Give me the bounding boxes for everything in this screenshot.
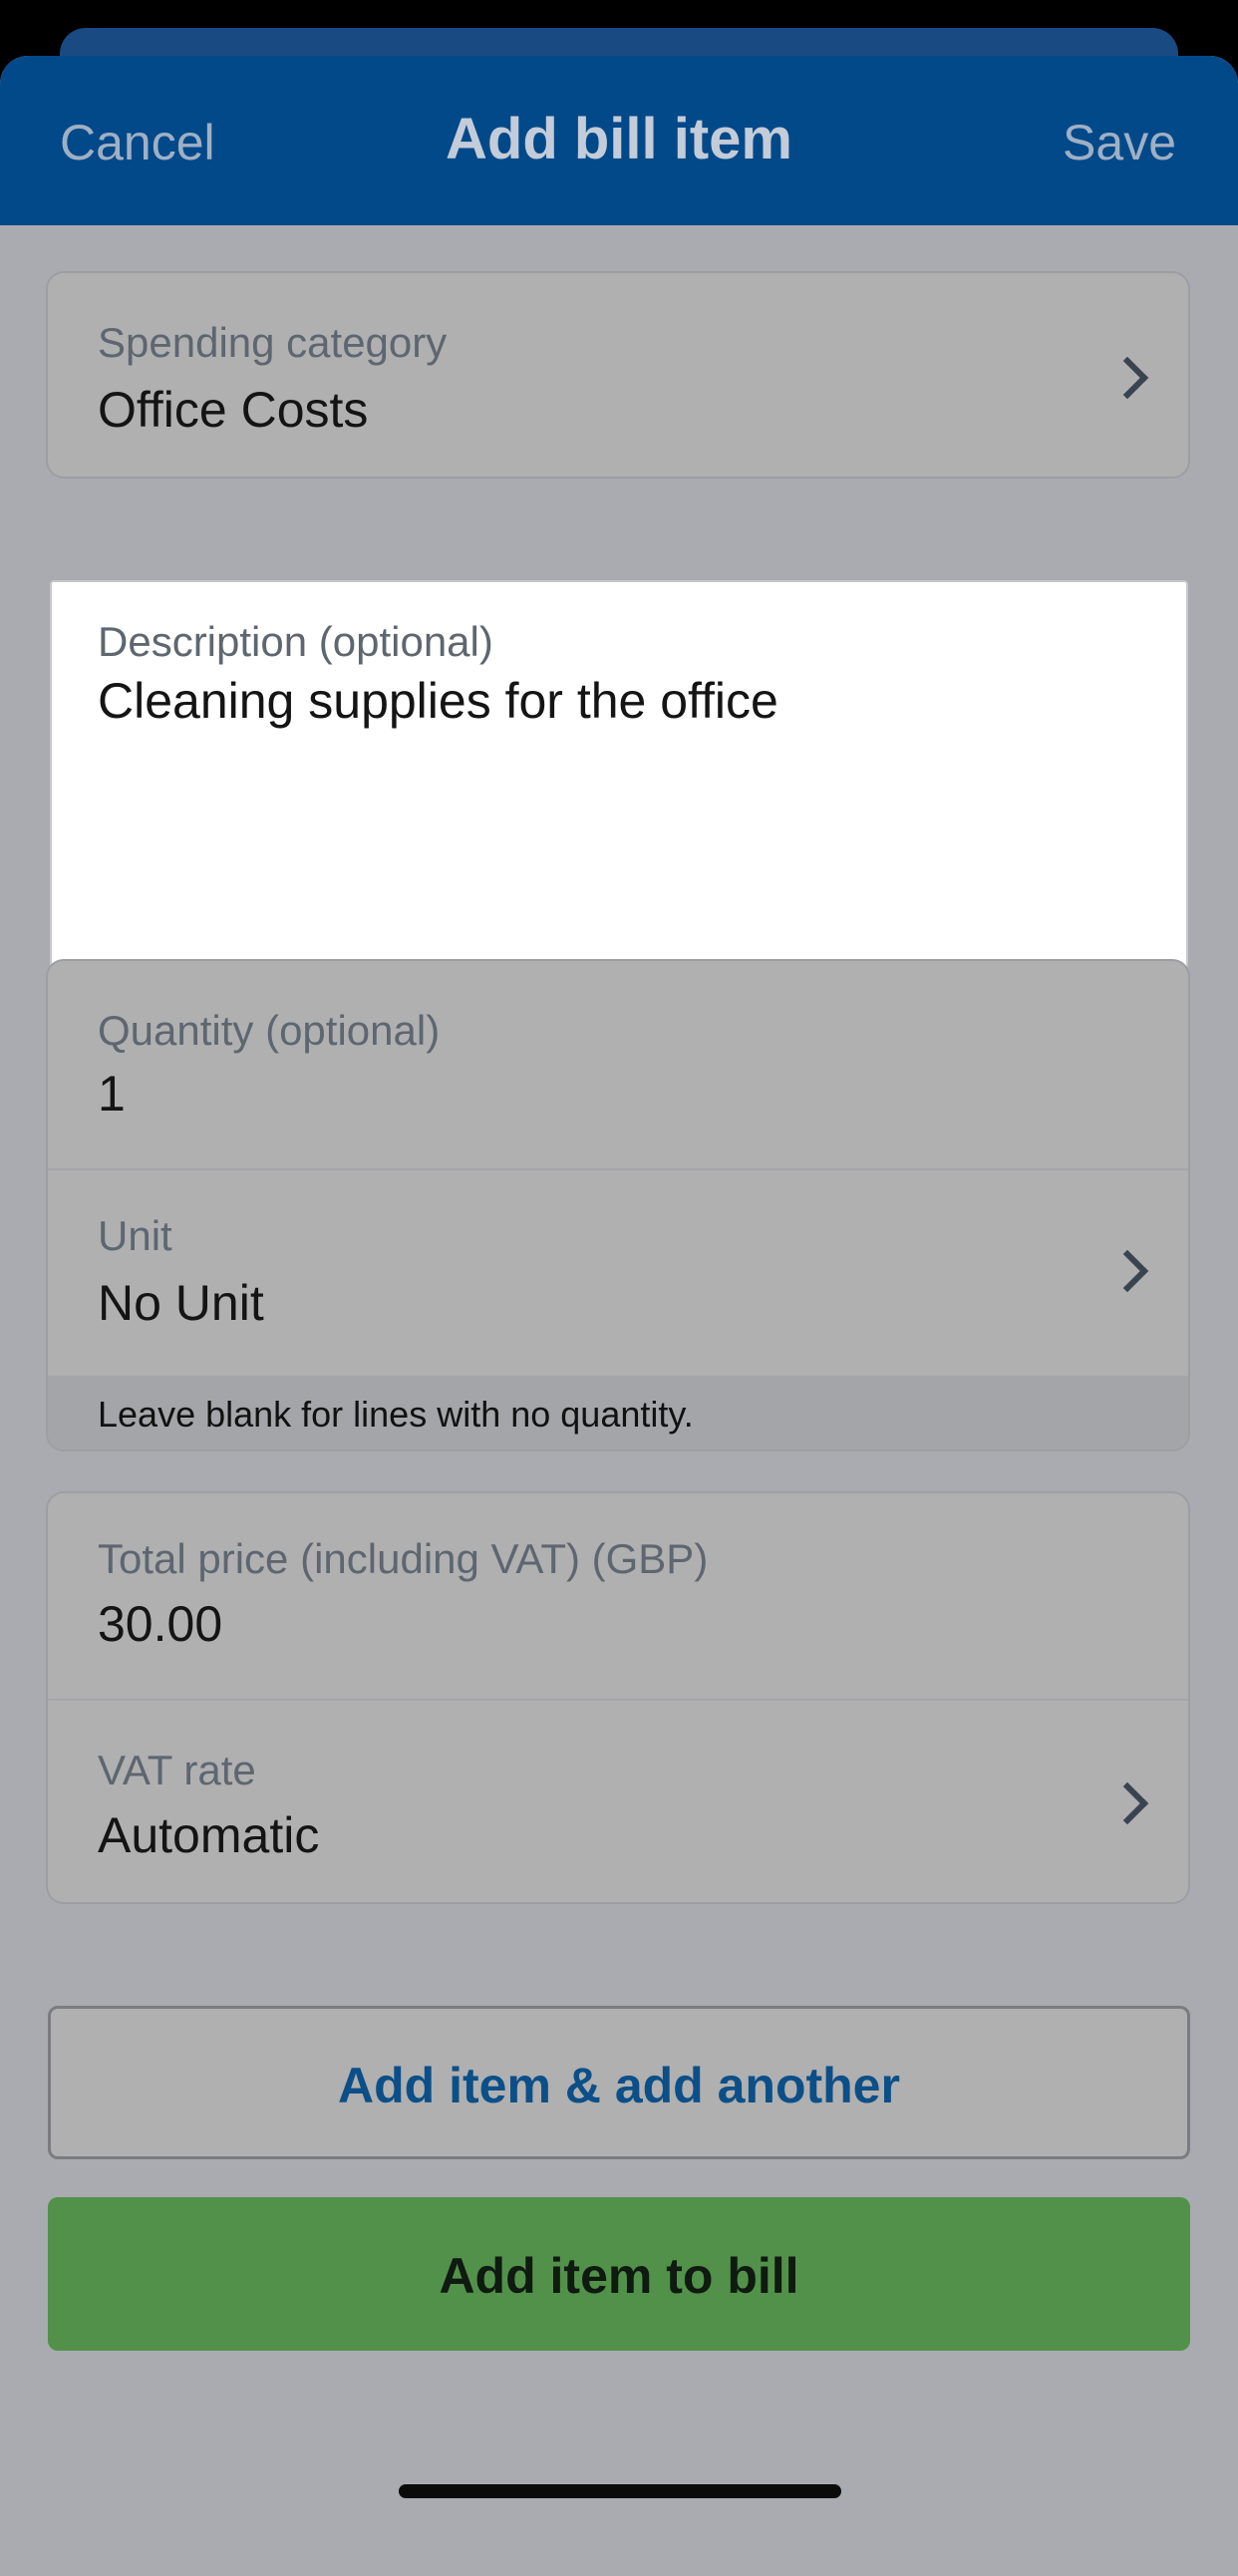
unit-value: No Unit [98, 1275, 264, 1331]
unit-row[interactable]: Unit No Unit [48, 1168, 1188, 1378]
total-price-value: 30.00 [98, 1596, 223, 1652]
app-screen: Cancel Add bill item Save Spending categ… [0, 0, 1238, 2576]
description-value: Cleaning supplies for the office [98, 673, 778, 729]
page-title: Add bill item [446, 107, 792, 171]
chevron-right-icon [1105, 1249, 1149, 1293]
description-label: Description (optional) [98, 618, 493, 665]
unit-hint: Leave blank for lines with no quantity. [48, 1376, 1188, 1449]
spending-category-value: Office Costs [98, 382, 369, 438]
price-vat-card: Total price (including VAT) (GBP) 30.00 … [46, 1491, 1190, 1904]
modal-sheet: Cancel Add bill item Save Spending categ… [0, 56, 1238, 2576]
quantity-value: 1 [98, 1066, 126, 1122]
spending-category-card: Spending category Office Costs [46, 271, 1190, 479]
add-item-to-bill-label: Add item to bill [439, 2248, 799, 2304]
unit-hint-text: Leave blank for lines with no quantity. [98, 1394, 694, 1435]
quantity-label: Quantity (optional) [98, 1007, 441, 1054]
vat-rate-row[interactable]: VAT rate Automatic [48, 1699, 1188, 1902]
save-button[interactable]: Save [1063, 114, 1176, 171]
total-price-row[interactable]: Total price (including VAT) (GBP) 30.00 [48, 1493, 1188, 1699]
description-field[interactable]: Description (optional) Cleaning supplies… [50, 580, 1188, 969]
spending-category-label: Spending category [98, 319, 448, 366]
vat-rate-value: Automatic [98, 1807, 320, 1863]
add-item-and-another-button[interactable]: Add item & add another [48, 2006, 1190, 2159]
navigation-bar: Cancel Add bill item Save [0, 56, 1238, 225]
add-item-to-bill-button[interactable]: Add item to bill [48, 2197, 1190, 2351]
quantity-unit-card: Quantity (optional) 1 Unit No Unit Leave… [46, 959, 1190, 1451]
unit-label: Unit [98, 1212, 172, 1259]
add-item-and-another-label: Add item & add another [338, 2058, 900, 2113]
chevron-right-icon [1105, 356, 1149, 400]
chevron-right-icon [1105, 1781, 1149, 1825]
quantity-row[interactable]: Quantity (optional) 1 [48, 961, 1188, 1168]
total-price-label: Total price (including VAT) (GBP) [98, 1535, 709, 1582]
spending-category-row[interactable]: Spending category Office Costs [48, 273, 1188, 477]
vat-rate-label: VAT rate [98, 1747, 256, 1793]
home-indicator[interactable] [399, 2484, 841, 2498]
